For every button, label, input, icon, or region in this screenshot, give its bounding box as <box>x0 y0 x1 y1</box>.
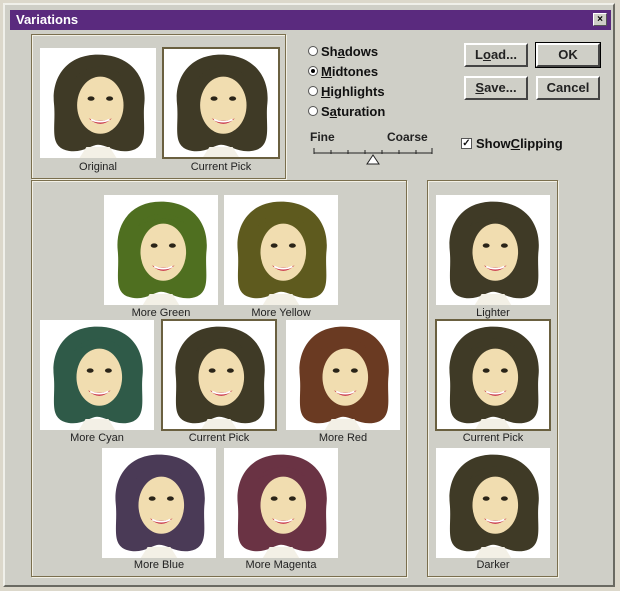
radio-label-part: Sh <box>321 43 338 59</box>
button-label-mnemonic: S <box>475 80 485 95</box>
more-cyan-caption: More Cyan <box>70 432 124 444</box>
portrait-image <box>436 448 550 558</box>
checkbox-label-part: lipping <box>520 136 563 151</box>
darker-caption: Darker <box>476 559 510 571</box>
radio-circle[interactable] <box>308 106 318 116</box>
darker-thumbnail[interactable] <box>436 448 550 558</box>
show-clipping-checkbox[interactable]: ✓ Show Clipping <box>461 136 563 151</box>
portrait-image <box>286 320 400 430</box>
radio-label-mnemonic: H <box>321 83 331 99</box>
radio-shadows[interactable]: Sh a dows <box>308 42 378 60</box>
current-pick-preview-caption: Current Pick <box>190 161 252 173</box>
more-red-caption: More Red <box>318 432 368 444</box>
title-bar[interactable]: Variations × <box>10 10 611 30</box>
load-button[interactable]: Load... <box>464 43 528 67</box>
more-red-thumbnail[interactable] <box>286 320 400 430</box>
window-title: Variations <box>16 12 79 27</box>
cancel-button[interactable]: Cancel <box>536 76 600 100</box>
original-thumbnail[interactable] <box>40 48 156 158</box>
portrait-image <box>224 195 338 305</box>
fine-coarse-slider[interactable] <box>310 145 438 167</box>
portrait-image <box>163 48 279 158</box>
portrait-image <box>104 195 218 305</box>
radio-label-mnemonic: a <box>337 43 345 59</box>
more-magenta-thumbnail[interactable] <box>224 448 338 558</box>
brightness-current-pick-caption: Current Pick <box>462 432 524 444</box>
slider-fine-label: Fine <box>310 130 335 144</box>
more-magenta-caption: More Magenta <box>245 559 317 571</box>
checkbox-label-mnemonic: C <box>510 136 521 151</box>
checkbox-label-part: Show <box>476 136 511 151</box>
save-button[interactable]: Save... <box>464 76 528 100</box>
radio-saturation[interactable]: Sa turation <box>308 102 385 120</box>
close-button[interactable]: × <box>593 13 607 26</box>
radio-label-mnemonic: a <box>329 103 337 119</box>
radio-circle-selected[interactable] <box>308 66 318 76</box>
portrait-image <box>436 195 550 305</box>
radio-label-part: dows <box>344 43 379 59</box>
hue-current-pick-thumbnail[interactable] <box>161 319 277 431</box>
lighter-caption: Lighter <box>476 307 510 319</box>
more-yellow-caption: More Yellow <box>251 307 311 319</box>
hue-current-pick-caption: Current Pick <box>188 432 250 444</box>
radio-label-part: turation <box>336 103 386 119</box>
more-blue-thumbnail[interactable] <box>102 448 216 558</box>
ok-button[interactable]: OK <box>535 42 601 68</box>
portrait-image <box>102 448 216 558</box>
original-caption: Original <box>79 161 117 173</box>
lighter-thumbnail[interactable] <box>436 195 550 305</box>
radio-label-part: idtones <box>331 63 379 79</box>
radio-midtones[interactable]: Midtones <box>308 62 378 80</box>
portrait-image <box>162 320 276 430</box>
radio-label-part: ighlights <box>330 83 385 99</box>
more-green-caption: More Green <box>131 307 191 319</box>
radio-highlights[interactable]: Highlights <box>308 82 385 100</box>
radio-circle[interactable] <box>308 86 318 96</box>
radio-label-part: S <box>321 103 330 119</box>
checkbox-box[interactable]: ✓ <box>461 138 472 149</box>
button-label-mnemonic: o <box>482 47 491 62</box>
slider-thumb <box>366 154 380 165</box>
current-pick-preview <box>162 47 280 159</box>
brightness-current-pick-thumbnail[interactable] <box>435 319 551 431</box>
more-yellow-thumbnail[interactable] <box>224 195 338 305</box>
portrait-image <box>40 48 156 158</box>
radio-circle[interactable] <box>308 46 318 56</box>
portrait-image <box>224 448 338 558</box>
more-green-thumbnail[interactable] <box>104 195 218 305</box>
more-cyan-thumbnail[interactable] <box>40 320 154 430</box>
slider-coarse-label: Coarse <box>387 130 428 144</box>
portrait-image <box>40 320 154 430</box>
portrait-image <box>436 320 550 430</box>
button-label-part: ave... <box>484 80 517 95</box>
button-label-part: ad... <box>490 47 517 62</box>
radio-label-mnemonic: M <box>321 63 332 79</box>
button-label-part: L <box>475 47 483 62</box>
more-blue-caption: More Blue <box>133 559 185 571</box>
